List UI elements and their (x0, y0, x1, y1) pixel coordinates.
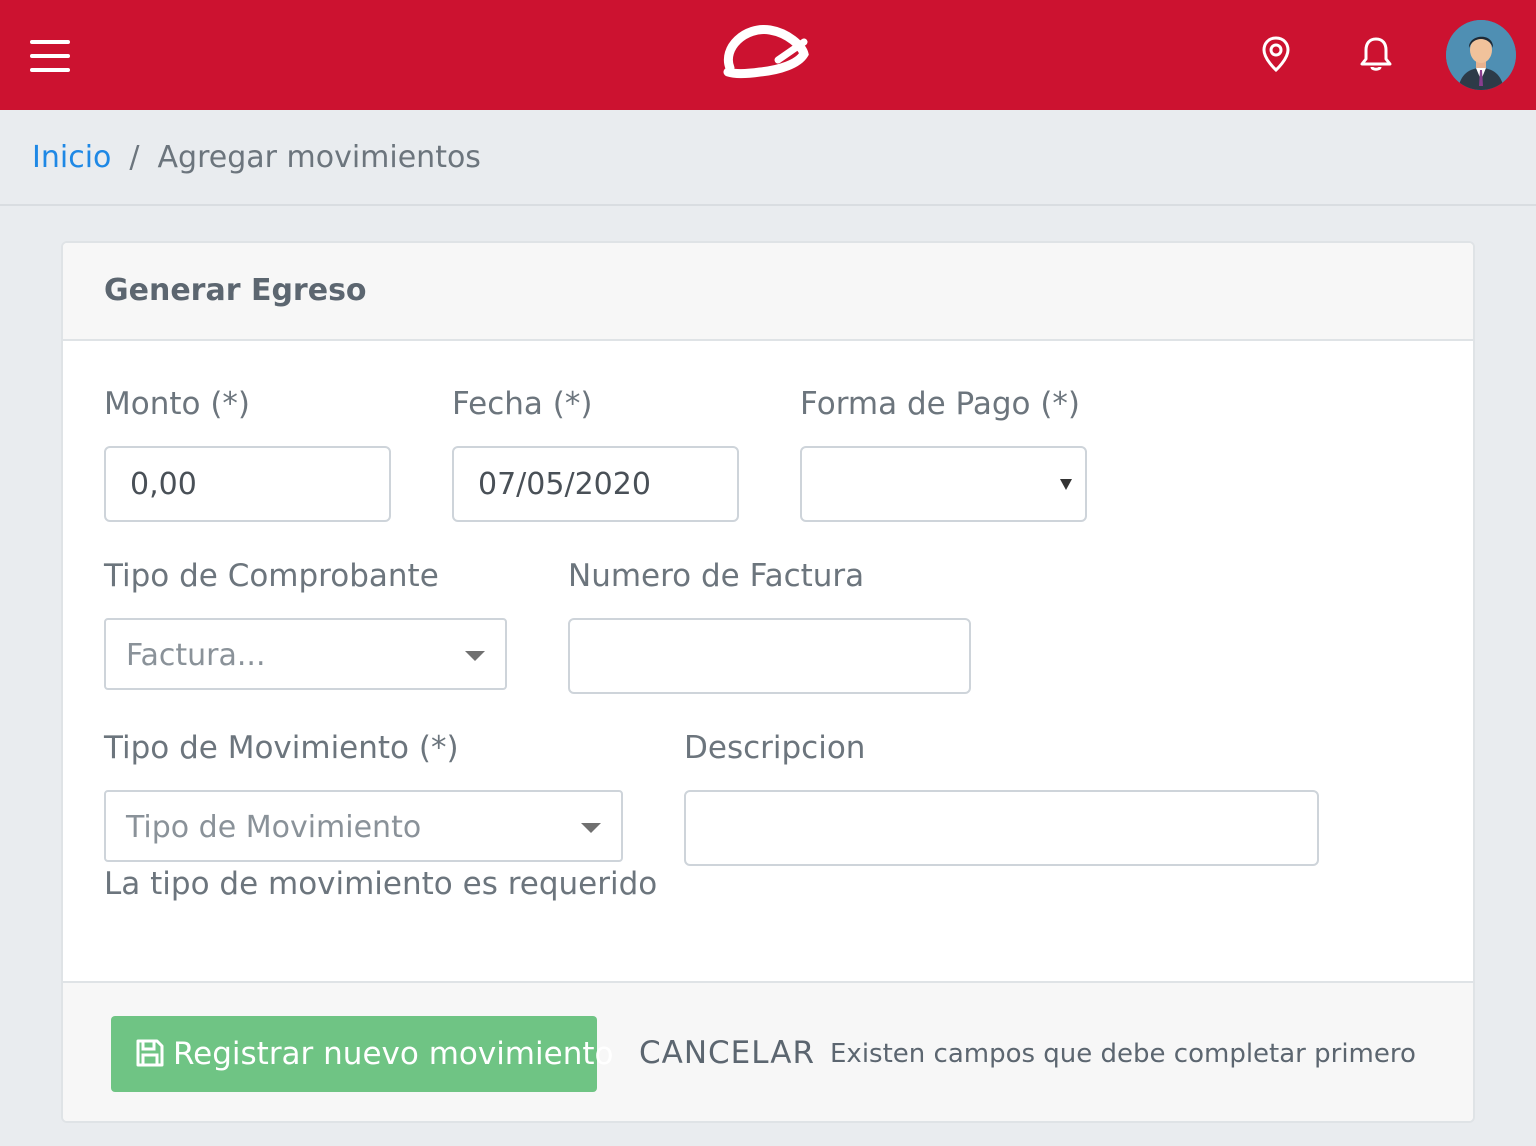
fecha-label: Fecha (*) (452, 386, 593, 422)
breadcrumb: Inicio / Agregar movimientos (0, 110, 1536, 206)
descripcion-label: Descripcion (684, 730, 866, 766)
tipo-movimiento-placeholder: Tipo de Movimiento (126, 810, 422, 845)
tipo-comprobante-placeholder: Factura... (126, 638, 266, 673)
hamburger-menu-icon[interactable] (30, 40, 70, 72)
caret-down-icon (465, 651, 485, 661)
numero-factura-label: Numero de Factura (568, 558, 865, 594)
card-footer: Registrar nuevo movimiento CANCELAR Exis… (63, 981, 1473, 1121)
card-title: Generar Egreso (104, 273, 367, 308)
form-card: Generar Egreso Monto (*) Fecha (*) Forma… (61, 241, 1475, 1123)
tipo-movimiento-select[interactable]: Tipo de Movimiento (104, 790, 623, 862)
numero-factura-input[interactable] (568, 618, 971, 694)
card-header: Generar Egreso (63, 243, 1473, 341)
fecha-input[interactable] (452, 446, 739, 522)
breadcrumb-separator: / (129, 140, 140, 175)
monto-input[interactable] (104, 446, 391, 522)
tipo-movimiento-label: Tipo de Movimiento (*) (104, 730, 459, 766)
register-movement-button[interactable]: Registrar nuevo movimiento (111, 1016, 613, 1092)
person-icon (1446, 20, 1516, 90)
cancel-button[interactable]: CANCELAR (639, 1035, 815, 1071)
tipo-comprobante-label: Tipo de Comprobante (104, 558, 439, 594)
forma-pago-select[interactable] (800, 446, 1087, 522)
user-avatar[interactable] (1446, 20, 1516, 90)
descripcion-input[interactable] (684, 790, 1319, 866)
breadcrumb-current: Agregar movimientos (157, 140, 481, 175)
caret-down-icon (581, 823, 601, 833)
forma-pago-label: Forma de Pago (*) (800, 386, 1081, 422)
map-pin-icon[interactable] (1256, 34, 1296, 74)
tipo-movimiento-error: La tipo de movimiento es requerido (104, 866, 658, 902)
logo[interactable] (720, 18, 812, 86)
save-icon (136, 1039, 164, 1067)
validation-message: Existen campos que debe completar primer… (830, 1039, 1416, 1069)
tipo-comprobante-select[interactable]: Factura... (104, 618, 507, 690)
breadcrumb-home-link[interactable]: Inicio (32, 140, 111, 175)
bell-icon[interactable] (1356, 34, 1396, 74)
register-button-label: Registrar nuevo movimiento (173, 1036, 614, 1072)
caret-down-icon (1060, 479, 1072, 490)
monto-label: Monto (*) (104, 386, 251, 422)
top-bar (0, 0, 1536, 110)
